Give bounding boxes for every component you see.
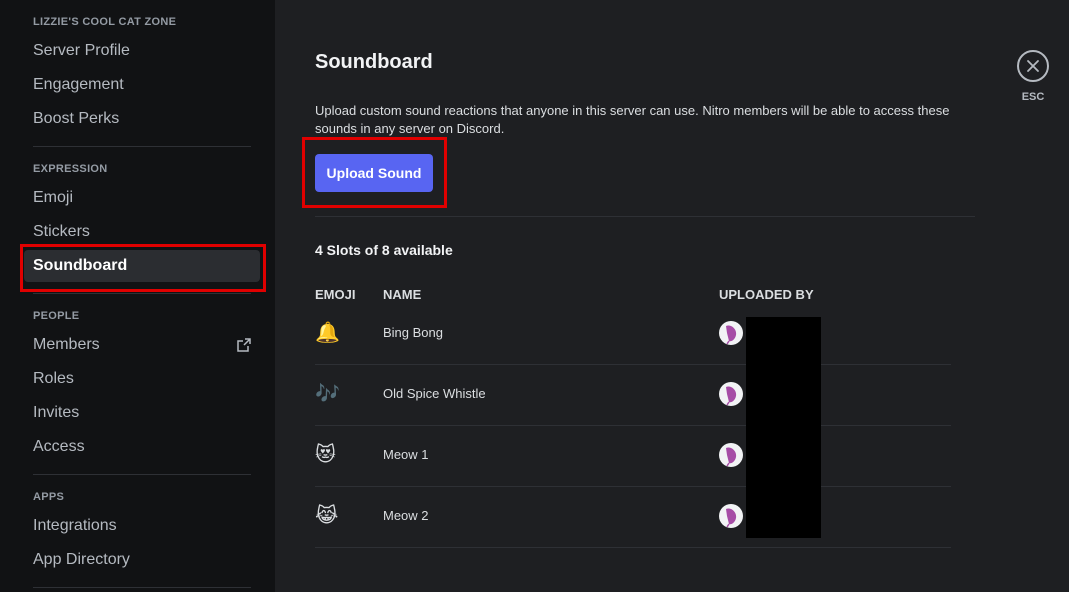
- sidebar-item-stickers[interactable]: Stickers: [24, 216, 260, 248]
- settings-sidebar: LIZZIE'S COOL CAT ZONE Server Profile En…: [0, 0, 275, 592]
- close-button[interactable]: [1017, 50, 1049, 82]
- sidebar-divider: [33, 146, 251, 147]
- sidebar-item-boost-perks[interactable]: Boost Perks: [24, 103, 260, 135]
- close-icon: [1027, 60, 1039, 72]
- slots-available-text: 4 Slots of 8 available: [315, 242, 453, 258]
- soundboard-panel: Soundboard Upload custom sound reactions…: [275, 0, 1069, 592]
- sidebar-item-integrations[interactable]: Integrations: [24, 510, 260, 542]
- sound-row[interactable]: 🎶 Old Spice Whistle: [315, 364, 951, 426]
- page-title: Soundboard: [315, 51, 433, 73]
- sound-name: Meow 2: [383, 508, 429, 523]
- column-header-uploaded-by: UPLOADED BY: [719, 287, 814, 302]
- column-header-name: NAME: [383, 287, 422, 302]
- people-section-header: PEOPLE: [33, 310, 80, 322]
- sound-row[interactable]: 😻 Meow 1: [315, 425, 951, 487]
- sound-row[interactable]: 🔔 Bing Bong: [315, 303, 951, 365]
- close-settings: ESC: [1015, 50, 1051, 110]
- column-header-emoji: EMOJI: [315, 287, 356, 302]
- sidebar-item-access[interactable]: Access: [24, 431, 260, 463]
- redacted-uploader-names: [746, 317, 821, 538]
- sidebar-item-server-profile[interactable]: Server Profile: [24, 35, 260, 67]
- server-name-header: LIZZIE'S COOL CAT ZONE: [33, 16, 177, 28]
- uploader-avatar: [719, 382, 743, 406]
- sidebar-item-invites[interactable]: Invites: [24, 397, 260, 429]
- sound-row[interactable]: 😹 Meow 2: [315, 486, 951, 548]
- sidebar-divider: [33, 293, 251, 294]
- sidebar-item-engagement[interactable]: Engagement: [24, 69, 260, 101]
- sidebar-divider: [33, 587, 251, 588]
- soundboard-description: Upload custom sound reactions that anyon…: [315, 103, 950, 136]
- expression-section-header: EXPRESSION: [33, 163, 108, 175]
- bell-icon: 🔔: [315, 322, 340, 344]
- sidebar-item-app-directory[interactable]: App Directory: [24, 544, 260, 576]
- sidebar-item-members[interactable]: Members: [24, 329, 260, 361]
- uploader-avatar: [719, 504, 743, 528]
- esc-label: ESC: [1021, 91, 1045, 103]
- section-divider: [315, 216, 975, 217]
- sound-name: Bing Bong: [383, 325, 443, 340]
- heart-eyes-cat-icon: 😻: [315, 444, 336, 466]
- musical-notes-icon: 🎶: [315, 383, 340, 405]
- sidebar-item-label: Members: [33, 336, 100, 353]
- sound-name: Old Spice Whistle: [383, 386, 486, 401]
- sound-name: Meow 1: [383, 447, 429, 462]
- joy-cat-icon: 😹: [315, 505, 339, 527]
- uploader-avatar: [719, 443, 743, 467]
- sidebar-item-roles[interactable]: Roles: [24, 363, 260, 395]
- external-link-icon: [237, 338, 251, 352]
- uploader-avatar: [719, 321, 743, 345]
- upload-sound-button[interactable]: Upload Sound: [315, 154, 433, 192]
- sidebar-divider: [33, 474, 251, 475]
- apps-section-header: APPS: [33, 491, 65, 503]
- sidebar-item-soundboard[interactable]: Soundboard: [24, 250, 260, 282]
- sidebar-item-emoji[interactable]: Emoji: [24, 182, 260, 214]
